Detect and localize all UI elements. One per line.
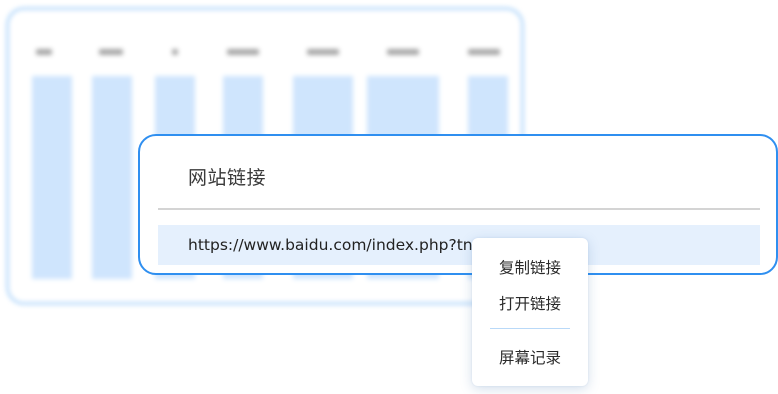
screen: 网站链接 https://www.baidu.com/index.php?tn=… [0,0,778,394]
divider [158,208,760,210]
menu-item-screen-record[interactable]: 屏幕记录 [472,346,588,368]
link-card-title: 网站链接 [188,167,267,189]
menu-item-copy-link[interactable]: 复制链接 [472,256,588,278]
website-link-card: 网站链接 https://www.baidu.com/index.php?tn=… [138,134,778,275]
menu-separator [490,328,570,329]
context-menu: 复制链接 打开链接 屏幕记录 [472,238,588,386]
url-field[interactable]: https://www.baidu.com/index.php?tn=68 n_… [158,225,760,265]
menu-item-open-link[interactable]: 打开链接 [472,292,588,314]
